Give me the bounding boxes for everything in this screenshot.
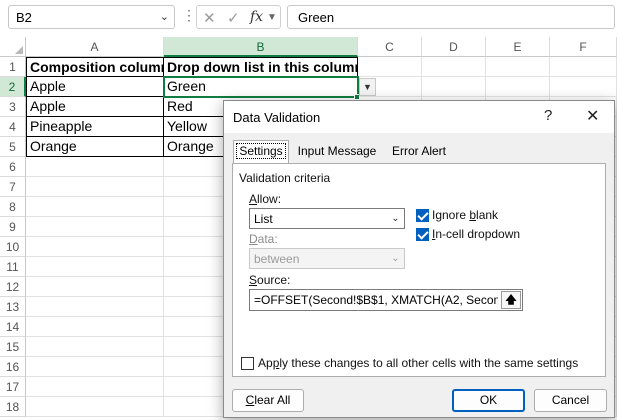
cancel-entry-icon[interactable]: ✕ bbox=[203, 9, 216, 27]
column-header-a[interactable]: A bbox=[26, 37, 164, 57]
tab-settings[interactable]: Settings bbox=[233, 140, 289, 164]
empty-cell[interactable] bbox=[26, 377, 164, 397]
row-header[interactable]: 9 bbox=[0, 217, 26, 237]
formula-input[interactable]: Green bbox=[287, 5, 615, 29]
cell-a5[interactable]: Orange bbox=[26, 137, 164, 157]
ignore-blank-checkbox[interactable] bbox=[416, 209, 429, 222]
allow-label: Allow: bbox=[249, 192, 282, 206]
data-validation-dialog: Data Validation ? ✕ Settings Input Messa… bbox=[223, 100, 615, 418]
apply-all-label[interactable]: Apply these changes to all other cells w… bbox=[258, 356, 578, 370]
empty-cell[interactable] bbox=[26, 177, 164, 197]
empty-cell[interactable] bbox=[26, 217, 164, 237]
tab-input-message[interactable]: Input Message bbox=[294, 141, 380, 163]
allow-select[interactable]: List ⌄ bbox=[249, 208, 405, 229]
empty-cell[interactable] bbox=[26, 297, 164, 317]
in-cell-dropdown-checkbox[interactable] bbox=[416, 228, 429, 241]
row-header[interactable]: 15 bbox=[0, 337, 26, 357]
enter-entry-icon[interactable]: ✓ bbox=[227, 9, 240, 27]
data-value: between bbox=[254, 252, 300, 266]
row-header[interactable]: 7 bbox=[0, 177, 26, 197]
row-header[interactable]: 16 bbox=[0, 357, 26, 377]
cell-a2[interactable]: Apple bbox=[26, 77, 164, 97]
formula-value: Green bbox=[298, 10, 335, 25]
apply-all-checkbox[interactable] bbox=[241, 357, 254, 370]
cell-a4[interactable]: Pineapple bbox=[26, 117, 164, 137]
row-header[interactable]: 11 bbox=[0, 257, 26, 277]
row-header[interactable]: 3 bbox=[0, 97, 26, 117]
row-header[interactable]: 2 bbox=[0, 77, 26, 97]
row-header[interactable]: 10 bbox=[0, 237, 26, 257]
cell-a1[interactable]: Composition column bbox=[26, 57, 164, 77]
row-header[interactable]: 12 bbox=[0, 277, 26, 297]
chevron-down-icon[interactable]: ▼ bbox=[267, 12, 277, 23]
empty-cell[interactable] bbox=[26, 237, 164, 257]
empty-cell[interactable] bbox=[550, 77, 617, 97]
empty-cell[interactable] bbox=[26, 257, 164, 277]
empty-cell[interactable] bbox=[486, 57, 550, 77]
empty-cell[interactable] bbox=[486, 77, 550, 97]
row-header[interactable]: 5 bbox=[0, 137, 26, 157]
empty-cell[interactable] bbox=[422, 57, 486, 77]
tab-settings-label: Settings bbox=[236, 143, 286, 159]
cell-a3[interactable]: Apple bbox=[26, 97, 164, 117]
row-header[interactable]: 1 bbox=[0, 57, 26, 77]
data-label: Data: bbox=[249, 232, 278, 246]
column-header-d[interactable]: D bbox=[422, 37, 486, 57]
tab-error-alert[interactable]: Error Alert bbox=[386, 141, 452, 163]
dialog-title-bar[interactable]: Data Validation ? ✕ bbox=[224, 101, 614, 133]
formula-buttons: ✕ ✓ fx ▼ bbox=[196, 5, 281, 29]
source-label: Source: bbox=[249, 273, 291, 287]
cell-b1[interactable]: Drop down list in this column bbox=[164, 57, 358, 77]
column-header-f[interactable]: F bbox=[550, 37, 617, 57]
in-cell-dropdown-label[interactable]: In-cell dropdown bbox=[432, 227, 520, 241]
empty-cell[interactable] bbox=[26, 317, 164, 337]
empty-cell[interactable] bbox=[26, 357, 164, 377]
settings-panel: Validation criteria Allow: List ⌄ Ignore… bbox=[232, 163, 606, 377]
collapse-range-icon[interactable]: 🡅 bbox=[501, 291, 521, 309]
clear-all-button[interactable]: Clear All bbox=[232, 389, 304, 412]
source-input[interactable]: =OFFSET(Second!$B$1, XMATCH(A2, Second!$… bbox=[249, 289, 523, 311]
validation-criteria-heading: Validation criteria bbox=[239, 171, 331, 185]
row-header[interactable]: 17 bbox=[0, 377, 26, 397]
dialog-title: Data Validation bbox=[233, 110, 321, 125]
source-value: =OFFSET(Second!$B$1, XMATCH(A2, Second!$… bbox=[254, 293, 498, 307]
row-header[interactable]: 8 bbox=[0, 197, 26, 217]
row-header[interactable]: 18 bbox=[0, 397, 26, 417]
insert-function-icon[interactable]: fx bbox=[250, 9, 263, 25]
column-header-b[interactable]: B bbox=[164, 37, 358, 57]
cancel-button[interactable]: Cancel bbox=[534, 389, 607, 412]
chevron-down-icon[interactable]: ⌄ bbox=[160, 10, 169, 23]
row-header[interactable]: 4 bbox=[0, 117, 26, 137]
help-icon[interactable]: ? bbox=[544, 107, 552, 124]
active-cell-outline bbox=[163, 76, 359, 98]
chevron-down-icon[interactable]: ⌄ bbox=[387, 209, 404, 228]
close-icon[interactable]: ✕ bbox=[586, 106, 599, 126]
empty-cell[interactable] bbox=[26, 197, 164, 217]
ignore-blank-label[interactable]: Ignore blank bbox=[432, 208, 498, 222]
allow-value: List bbox=[254, 212, 273, 226]
ok-button[interactable]: OK bbox=[452, 389, 525, 412]
column-header-c[interactable]: C bbox=[358, 37, 422, 57]
empty-cell[interactable] bbox=[358, 57, 422, 77]
row-header[interactable]: 6 bbox=[0, 157, 26, 177]
formula-bar: B2 ⌄ ⋮ ✕ ✓ fx ▼ Green bbox=[0, 0, 617, 36]
name-box[interactable]: B2 ⌄ bbox=[8, 5, 175, 29]
empty-cell[interactable] bbox=[26, 337, 164, 357]
empty-cell[interactable] bbox=[422, 77, 486, 97]
cell-dropdown-button[interactable]: ▼ bbox=[359, 78, 376, 96]
select-all-corner[interactable] bbox=[0, 37, 26, 57]
empty-cell[interactable] bbox=[26, 277, 164, 297]
name-box-value: B2 bbox=[16, 10, 32, 25]
row-header[interactable]: 13 bbox=[0, 297, 26, 317]
empty-cell[interactable] bbox=[26, 397, 164, 417]
data-select: between ⌄ bbox=[249, 248, 405, 269]
chevron-down-icon: ⌄ bbox=[391, 253, 400, 264]
more-options-icon[interactable]: ⋮ bbox=[182, 7, 196, 24]
empty-cell[interactable] bbox=[26, 157, 164, 177]
row-header[interactable]: 14 bbox=[0, 317, 26, 337]
empty-cell[interactable] bbox=[550, 57, 617, 77]
column-header-e[interactable]: E bbox=[486, 37, 550, 57]
